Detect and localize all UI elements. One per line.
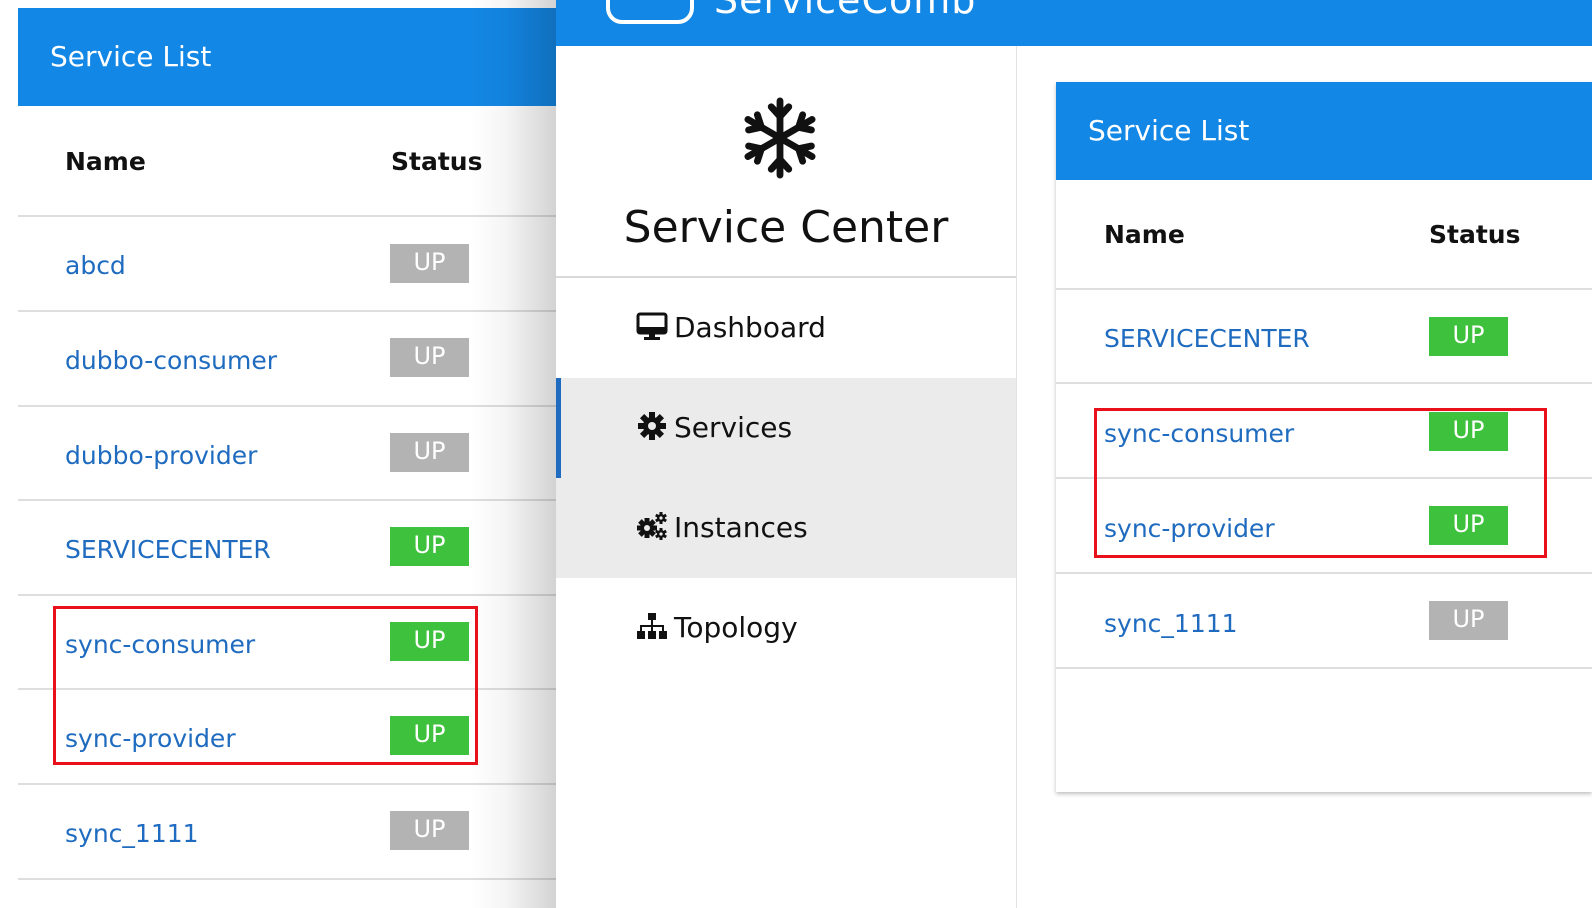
left-status-badge-sync-1111: UP [390, 811, 469, 850]
right-status-column-header: Status [1429, 220, 1521, 249]
left-service-link-servicecenter[interactable]: SERVICECENTER [65, 535, 271, 564]
sidebar-item-label: Instances [674, 511, 808, 544]
sidebar-item-label: Topology [674, 611, 798, 644]
sidebar-item-label: Dashboard [674, 311, 826, 344]
right-service-list-header: Service List [1056, 82, 1592, 180]
right-service-link-servicecenter[interactable]: SERVICECENTER [1104, 324, 1310, 353]
left-row-divider [18, 310, 558, 312]
sidebar-item-topology[interactable]: Topology [556, 578, 1016, 678]
left-service-link-abcd[interactable]: abcd [65, 251, 126, 280]
left-panel-shadow [470, 0, 558, 908]
brand-name: ServiceComb [714, 0, 977, 22]
left-row-divider [18, 594, 558, 596]
sidebar: Service Center Dashboard Services Instan… [556, 46, 1017, 908]
active-nav-indicator [556, 378, 561, 478]
brand-logo-icon [606, 0, 694, 24]
right-row-divider [1056, 667, 1592, 669]
sidebar-title: Service Center [623, 202, 949, 253]
left-status-badge-dubbo-provider: UP [390, 433, 469, 472]
right-row-divider [1056, 382, 1592, 384]
right-header-divider [1056, 288, 1592, 290]
sidebar-item-instances[interactable]: Instances [556, 478, 1016, 578]
sitemap-icon [637, 613, 667, 639]
right-service-link-sync-1111[interactable]: sync_1111 [1104, 609, 1238, 638]
right-status-badge-servicecenter: UP [1429, 317, 1508, 356]
left-service-link-dubbo-provider[interactable]: dubbo-provider [65, 441, 257, 470]
right-sync-services-highlight [1094, 408, 1547, 558]
left-sync-services-highlight [53, 606, 478, 765]
top-navigation-bar: ServiceComb [556, 0, 1592, 46]
sidebar-item-label: Services [674, 411, 793, 444]
left-header-divider [18, 215, 558, 217]
right-service-list-card: Service List Name Status SERVICECENTER U… [1056, 82, 1592, 792]
left-status-badge-abcd: UP [390, 244, 469, 283]
left-service-list-title: Service List [50, 40, 212, 73]
right-service-list-title: Service List [1088, 114, 1250, 147]
right-row-divider [1056, 572, 1592, 574]
right-status-badge-sync-1111: UP [1429, 601, 1508, 640]
left-status-column-header: Status [391, 147, 483, 176]
left-row-divider [18, 878, 558, 880]
left-name-column-header: Name [65, 147, 146, 176]
sidebar-item-services[interactable]: Services [556, 378, 1016, 478]
left-service-link-sync-1111[interactable]: sync_1111 [65, 819, 199, 848]
gears-icon [637, 512, 667, 540]
left-row-divider [18, 783, 558, 785]
left-service-list-panel: Service List Name Status abcd UP dubbo-c… [0, 0, 558, 908]
gear-icon [638, 412, 666, 440]
left-status-badge-dubbo-consumer: UP [390, 338, 469, 377]
snowflake-icon [744, 97, 816, 179]
left-row-divider [18, 499, 558, 501]
monitor-icon [636, 312, 668, 340]
left-service-link-dubbo-consumer[interactable]: dubbo-consumer [65, 346, 277, 375]
left-row-divider [18, 405, 558, 407]
left-service-list-header: Service List [18, 8, 558, 106]
sidebar-item-dashboard[interactable]: Dashboard [556, 278, 1016, 378]
left-status-badge-servicecenter: UP [390, 527, 469, 566]
right-name-column-header: Name [1104, 220, 1185, 249]
